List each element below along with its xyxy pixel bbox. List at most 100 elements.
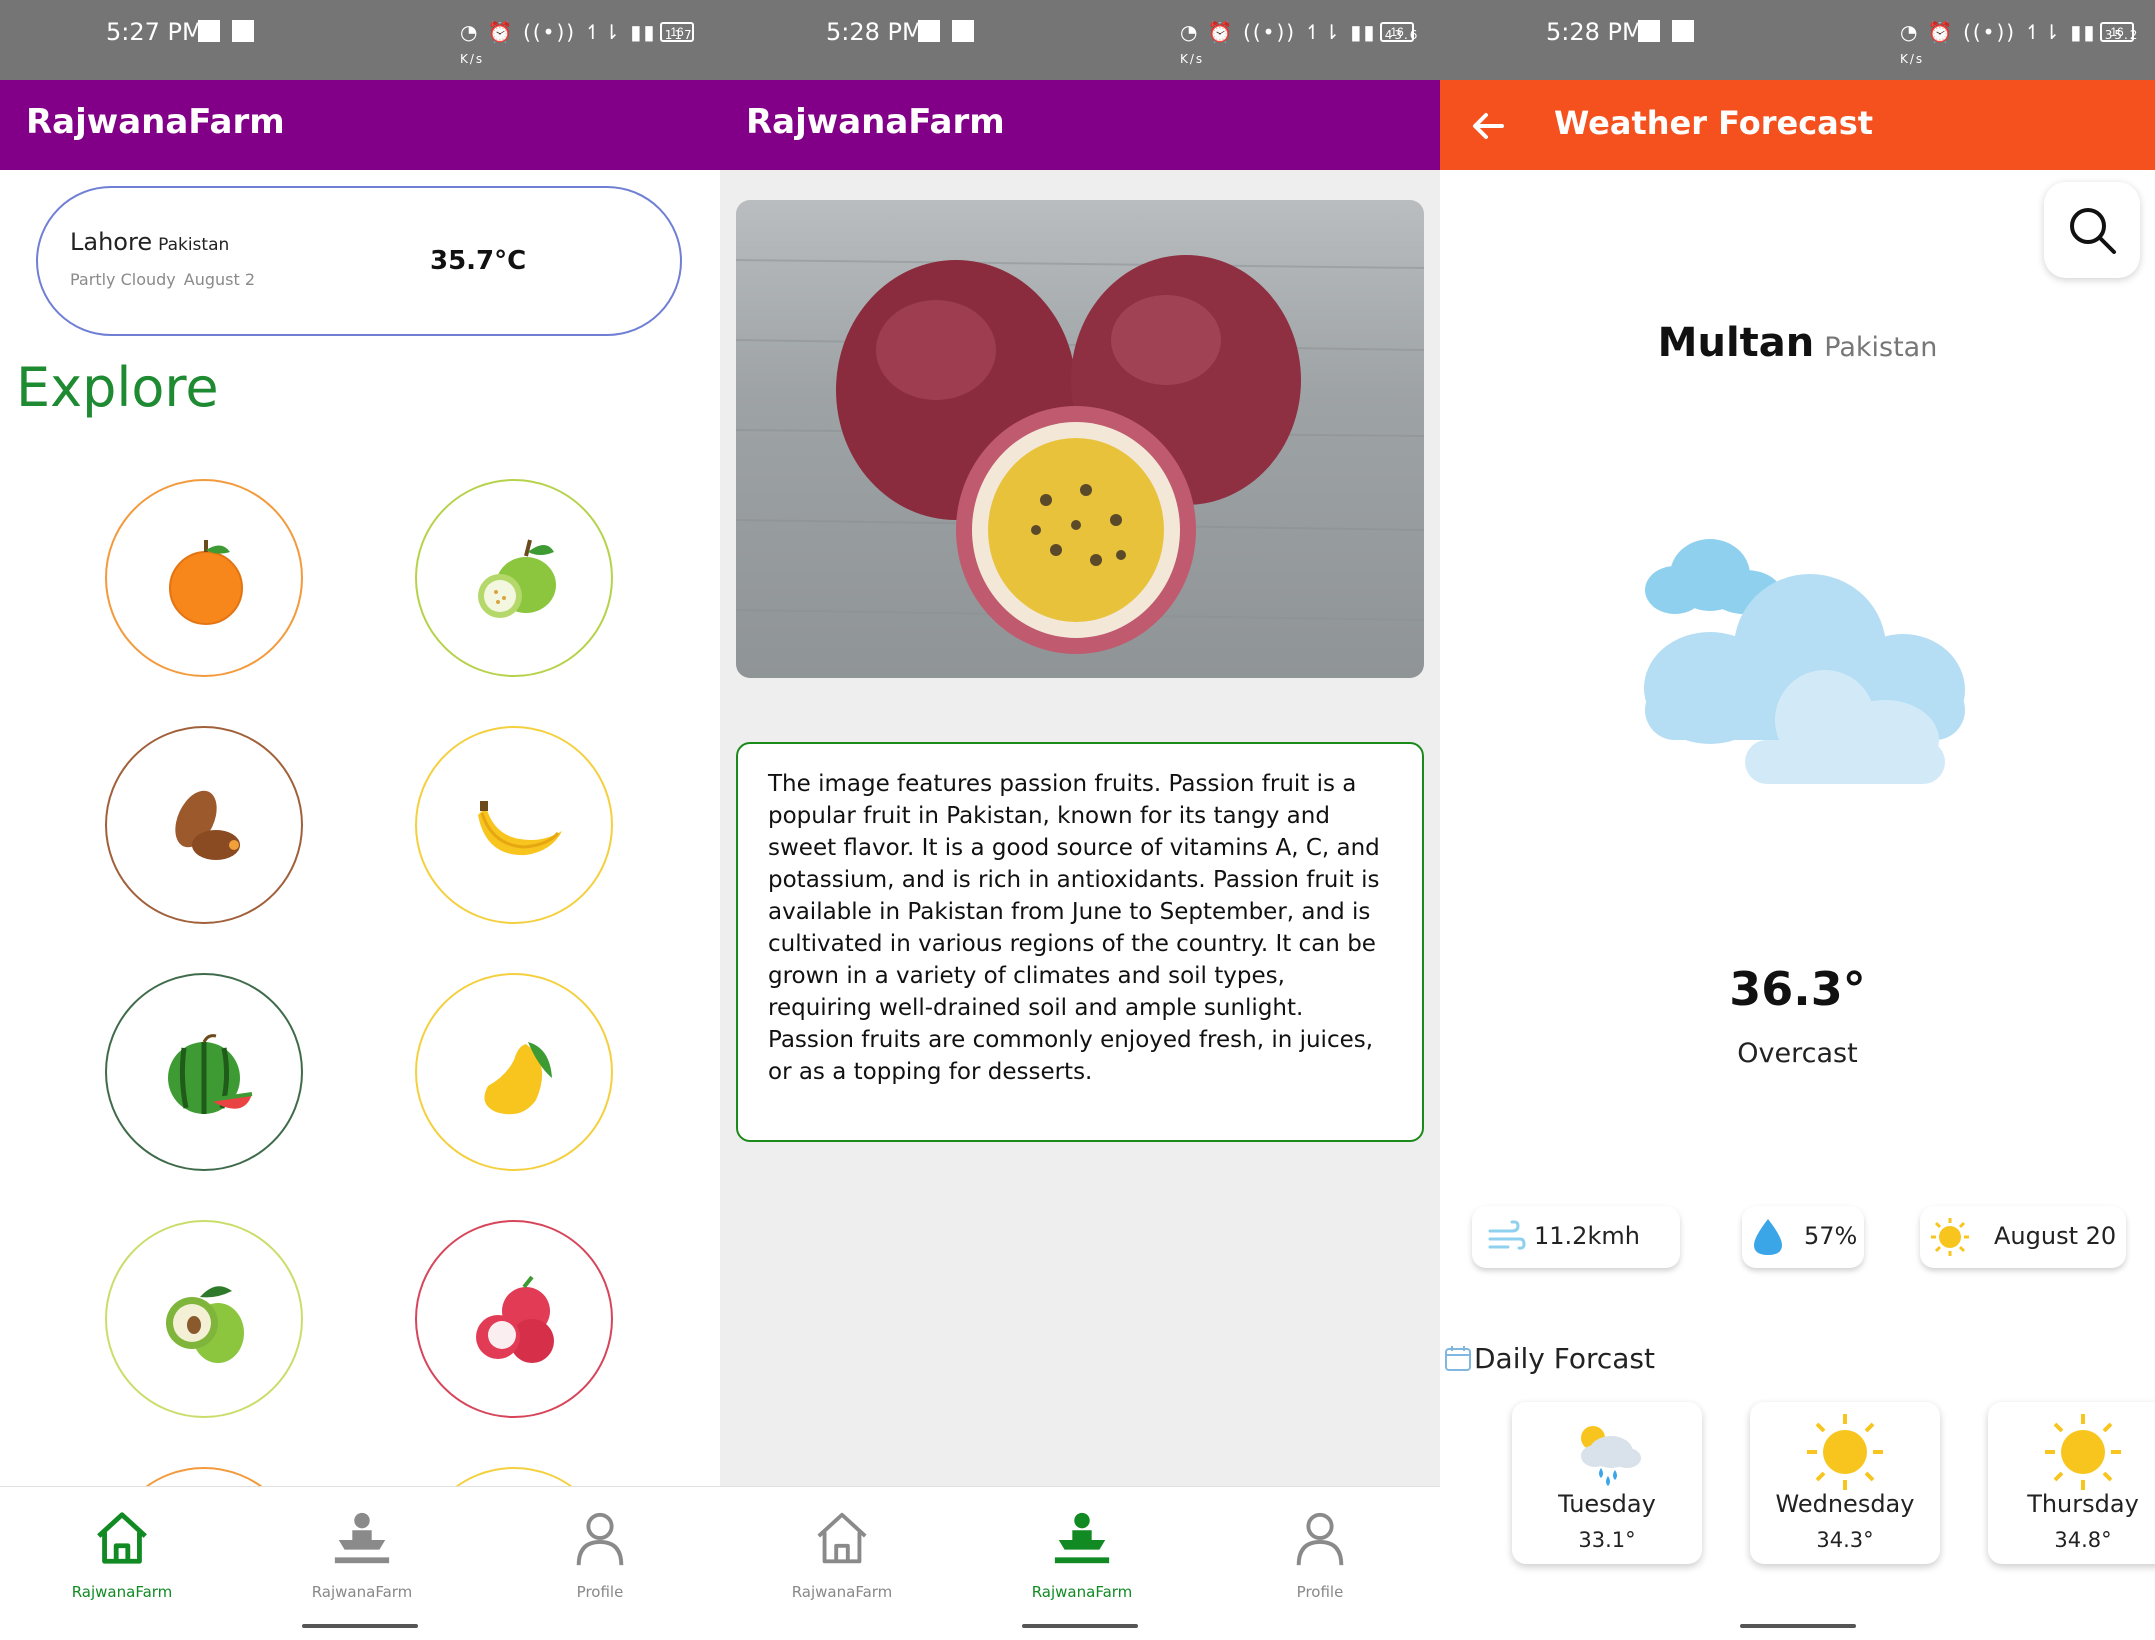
app-bar: Weather Forecast — [1440, 80, 2155, 170]
nav-farm-label: RajwanaFarm — [311, 1583, 413, 1601]
fruit-description: The image features passion fruits. Passi… — [768, 771, 1380, 1085]
search-icon — [2070, 208, 2116, 254]
explore-title: Explore — [16, 356, 219, 419]
sun-icon — [1931, 1218, 1969, 1256]
fruit-custard-apple-button[interactable] — [105, 1220, 303, 1418]
weather-location: Lahore Pakistan — [70, 228, 229, 256]
nav-farm[interactable]: RajwanaFarm — [272, 1507, 452, 1601]
nav-home[interactable]: RajwanaFarm — [32, 1507, 212, 1601]
fruit-lychee-button[interactable] — [415, 1220, 613, 1418]
wind-chip: 11.2kmh — [1472, 1206, 1680, 1268]
weather-forecast-screen: 5:28 PM ◔ ⏰ ((•)) ↿⇂ ▮▮ 35.2 K/s 16 Weat… — [1440, 0, 2155, 1640]
weather-condition: Partly Cloudy — [70, 270, 176, 289]
day-name: Wednesday — [1775, 1490, 1915, 1518]
orange-icon — [169, 540, 243, 625]
battery-icon: 16 — [2100, 22, 2134, 42]
rain-cloud-icon — [1581, 1426, 1641, 1486]
nav-profile-label: Profile — [576, 1583, 624, 1601]
fruit-orange-button[interactable] — [105, 479, 303, 677]
app-bar: RajwanaFarm — [720, 80, 1440, 170]
sun-icon — [1807, 1414, 1883, 1490]
home-icon — [817, 1512, 867, 1564]
day-temperature: 33.1° — [1578, 1528, 1636, 1552]
daily-forecast-title: Daily Forcast — [1474, 1342, 1656, 1375]
watermelon-icon — [168, 1034, 253, 1114]
home-indicator — [302, 1624, 418, 1628]
humidity-value: 57% — [1804, 1222, 1858, 1250]
fruit-detail-screen: 5:28 PM ◔ ⏰ ((•)) ↿⇂ ▮▮ 43.6 K/s 16 Rajw… — [720, 0, 1440, 1640]
nav-home-label: RajwanaFarm — [71, 1583, 173, 1601]
bottom-navigation: RajwanaFarm RajwanaFarm Profile — [0, 1486, 720, 1640]
nav-farm[interactable]: RajwanaFarm — [992, 1507, 1172, 1601]
current-condition: Overcast — [1737, 1038, 1858, 1069]
day-name: Tuesday — [1558, 1490, 1656, 1518]
fruit-guava-button[interactable] — [415, 479, 613, 677]
weather-subline: Partly Cloudy August 2 — [70, 270, 255, 289]
fruit-mango-button[interactable] — [415, 973, 613, 1171]
passion-fruit-photo — [736, 200, 1424, 678]
bottom-navigation: RajwanaFarm RajwanaFarm Profile — [720, 1486, 1440, 1640]
day-card[interactable]: Thursday 34.8° — [1988, 1402, 2155, 1564]
humidity-chip: 57% — [1742, 1206, 1864, 1268]
weather-date: August 2 — [183, 270, 256, 289]
nav-profile-label: Profile — [1296, 1583, 1344, 1601]
date-chip: August 20 — [1920, 1206, 2126, 1268]
weather-card[interactable]: Lahore Pakistan Partly Cloudy August 2 35.… — [36, 186, 682, 336]
overcast-cloud-icon — [1644, 539, 1965, 784]
fruit-banana-button[interactable] — [415, 726, 613, 924]
city-name: Lahore — [70, 228, 153, 256]
notification-icon — [1672, 20, 1694, 42]
status-bar: 5:27 PM ◔ ⏰ ((•)) ↿⇂ ▮▮ 117 K/s 16 — [0, 0, 720, 80]
day-card[interactable]: Wednesday 34.3° — [1750, 1402, 1940, 1564]
network-speed: 117 K/s — [460, 28, 694, 66]
notification-icon — [952, 20, 974, 42]
current-temperature: 36.3° — [1729, 962, 1866, 1016]
profile-icon — [576, 1512, 624, 1566]
farmer-icon — [334, 1512, 390, 1564]
fruit-watermelon-button[interactable] — [105, 973, 303, 1171]
nav-home-label: RajwanaFarm — [791, 1583, 893, 1601]
nav-home[interactable]: RajwanaFarm — [752, 1507, 932, 1601]
city-name: Multan — [1657, 320, 1815, 366]
screen-title: Weather Forecast — [1554, 104, 1874, 142]
wind-icon — [1488, 1220, 1526, 1250]
day-name: Thursday — [2027, 1490, 2139, 1518]
mango-icon — [484, 1042, 552, 1115]
app-bar: RajwanaFarm — [0, 80, 720, 170]
sun-icon — [2045, 1414, 2121, 1490]
notification-icon — [198, 20, 220, 42]
home-icon — [97, 1512, 147, 1564]
notification-icon — [1638, 20, 1660, 42]
back-arrow-icon[interactable] — [1468, 106, 1508, 146]
fruit-dates-button[interactable] — [105, 726, 303, 924]
dates-icon — [175, 790, 240, 860]
nav-profile[interactable]: Profile — [1230, 1507, 1410, 1601]
home-screen: 5:27 PM ◔ ⏰ ((•)) ↿⇂ ▮▮ 117 K/s 16 Rajwa… — [0, 0, 720, 1640]
home-indicator — [1740, 1624, 1856, 1628]
country-name: Pakistan — [158, 235, 230, 255]
app-title: RajwanaFarm — [746, 102, 1005, 142]
battery-icon: 16 — [1380, 22, 1414, 42]
search-button[interactable] — [2044, 182, 2140, 278]
battery-icon: 16 — [660, 22, 694, 42]
forecast-date: August 20 — [1994, 1222, 2117, 1250]
notification-icon — [918, 20, 940, 42]
daily-forecast-heading: Daily Forcast — [1444, 1342, 1655, 1375]
day-card[interactable]: Tuesday 33.1° — [1512, 1402, 1702, 1564]
day-temperature: 34.3° — [1816, 1528, 1874, 1552]
water-drop-icon — [1754, 1219, 1782, 1255]
weather-temperature: 35.7°C — [430, 246, 527, 276]
status-bar: 5:28 PM ◔ ⏰ ((•)) ↿⇂ ▮▮ 43.6 K/s 16 — [720, 0, 1440, 80]
custard-apple-icon — [166, 1286, 244, 1363]
passion-fruit-image — [736, 255, 1424, 654]
status-time: 5:28 PM — [1546, 18, 1643, 46]
status-time: 5:28 PM — [826, 18, 923, 46]
wind-speed: 11.2kmh — [1534, 1222, 1640, 1250]
profile-icon — [1296, 1512, 1344, 1566]
day-temperature: 34.8° — [2054, 1528, 2112, 1552]
banana-icon — [478, 801, 562, 856]
notification-icon — [232, 20, 254, 42]
nav-profile[interactable]: Profile — [510, 1507, 690, 1601]
fruit-description-box: The image features passion fruits. Passi… — [736, 742, 1424, 1142]
location-heading: Multan Pakistan — [1440, 320, 2155, 366]
